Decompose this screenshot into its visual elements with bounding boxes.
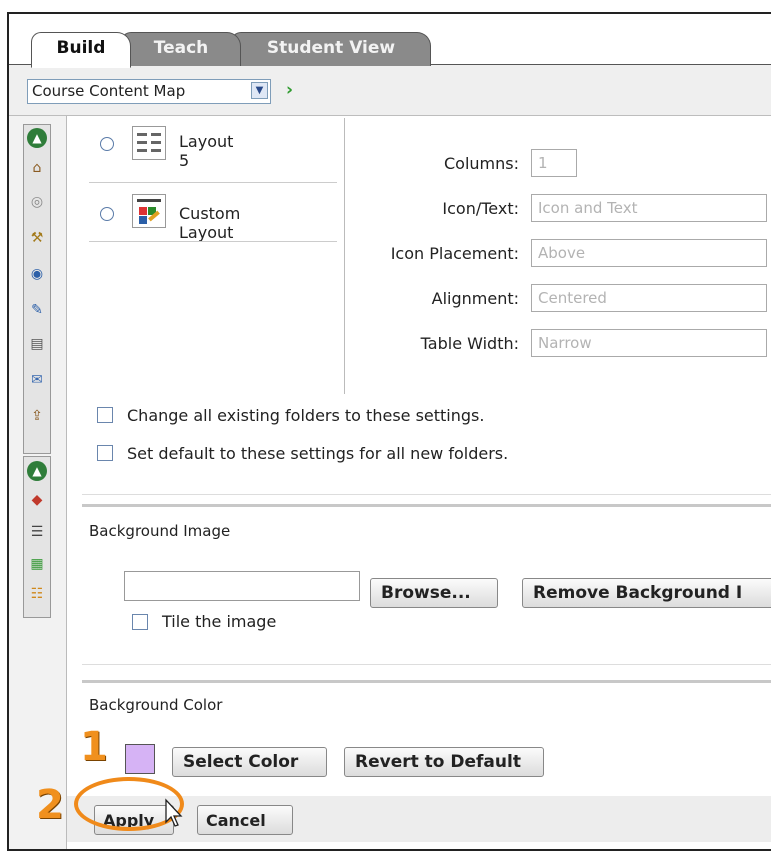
revert-default-button[interactable]: Revert to Default <box>344 747 544 777</box>
cancel-button[interactable]: Cancel <box>197 805 293 835</box>
tab-student-view[interactable]: Student View <box>231 32 431 66</box>
alignment-field[interactable]: Centered <box>531 284 767 312</box>
icon-text-label: Icon/Text: <box>442 199 519 218</box>
course-map-bar: Course Content Map ▼ › <box>9 65 771 116</box>
app-frame: Student View Teach Build Course Content … <box>7 12 771 851</box>
tool-group-2: ▲ ◆ ☰ ▦ ☷ <box>23 456 51 618</box>
tab-bar: Student View Teach Build <box>9 14 771 68</box>
section-divider <box>82 504 771 507</box>
custom-layout-icon <box>132 194 166 228</box>
layout5-radio[interactable] <box>100 137 114 151</box>
mail-icon[interactable]: ✉ <box>26 369 48 391</box>
divider <box>82 494 771 495</box>
columns-field[interactable]: 1 <box>531 149 577 177</box>
step-1-marker: 1 <box>80 724 108 770</box>
tool-group-1: ▲ ⌂ ◎ ⚒ ◉ ✎ ▤ ✉ ⇪ <box>23 124 51 454</box>
divider <box>89 182 337 183</box>
vertical-divider <box>344 118 345 394</box>
browse-button[interactable]: Browse... <box>370 578 498 608</box>
tab-build[interactable]: Build <box>31 32 131 68</box>
remove-background-button[interactable]: Remove Background I <box>522 578 771 608</box>
clipboard-icon[interactable]: ▤ <box>26 333 48 355</box>
icon-placement-field[interactable]: Above <box>531 239 767 267</box>
layout5-label: Layout 5 <box>179 132 234 170</box>
tools-icon[interactable]: ⚒ <box>26 227 48 249</box>
divider <box>89 241 337 242</box>
course-map-select[interactable]: Course Content Map ▼ <box>27 79 271 104</box>
pin-icon[interactable]: ✎ <box>26 299 48 321</box>
change-all-checkbox[interactable] <box>97 407 113 423</box>
alignment-label: Alignment: <box>431 289 519 308</box>
hierarchy-icon[interactable]: ☷ <box>26 583 48 605</box>
collapse-up-icon[interactable]: ▲ <box>27 128 47 148</box>
layout-grid-icon <box>132 126 166 160</box>
set-default-checkbox[interactable] <box>97 445 113 461</box>
globe-icon[interactable]: ◉ <box>26 263 48 285</box>
go-arrow-icon[interactable]: › <box>286 80 293 100</box>
divider <box>82 664 771 665</box>
custom-layout-radio[interactable] <box>100 207 114 221</box>
mouse-pointer-icon <box>165 798 183 827</box>
tile-image-label: Tile the image <box>162 612 277 631</box>
chevron-down-icon[interactable]: ▼ <box>251 82 268 99</box>
icon-text-field[interactable]: Icon and Text <box>531 194 767 222</box>
background-color-title: Background Color <box>89 696 223 714</box>
content-panel: Layout 5 Custom Layout Columns: 1 Icon/T… <box>67 116 771 849</box>
background-image-path[interactable] <box>124 571 360 601</box>
course-map-select-value: Course Content Map <box>32 82 186 100</box>
columns-label: Columns: <box>444 154 519 173</box>
icon-placement-label: Icon Placement: <box>390 244 519 263</box>
step-2-marker: 2 <box>36 782 64 828</box>
table-width-label: Table Width: <box>420 334 519 353</box>
section-divider <box>82 680 771 683</box>
tile-image-checkbox[interactable] <box>132 614 148 630</box>
home-icon[interactable]: ⌂ <box>26 157 48 179</box>
cube-icon[interactable]: ◆ <box>26 489 48 511</box>
change-all-label: Change all existing folders to these set… <box>127 406 485 425</box>
color-swatch[interactable] <box>125 744 155 774</box>
grid-icon[interactable]: ▦ <box>26 553 48 575</box>
left-tool-strip: ▲ ⌂ ◎ ⚒ ◉ ✎ ▤ ✉ ⇪ ▲ ◆ ☰ ▦ ☷ <box>9 116 67 849</box>
list-icon[interactable]: ☰ <box>26 521 48 543</box>
collapse-up-icon[interactable]: ▲ <box>27 461 47 481</box>
communication-icon[interactable]: ◎ <box>26 191 48 213</box>
custom-layout-label: Custom Layout <box>179 204 241 242</box>
select-color-button[interactable]: Select Color <box>172 747 327 777</box>
tab-teach[interactable]: Teach <box>121 32 241 66</box>
export-icon[interactable]: ⇪ <box>26 405 48 427</box>
background-image-title: Background Image <box>89 522 231 540</box>
set-default-label: Set default to these settings for all ne… <box>127 444 509 463</box>
table-width-field[interactable]: Narrow <box>531 329 767 357</box>
